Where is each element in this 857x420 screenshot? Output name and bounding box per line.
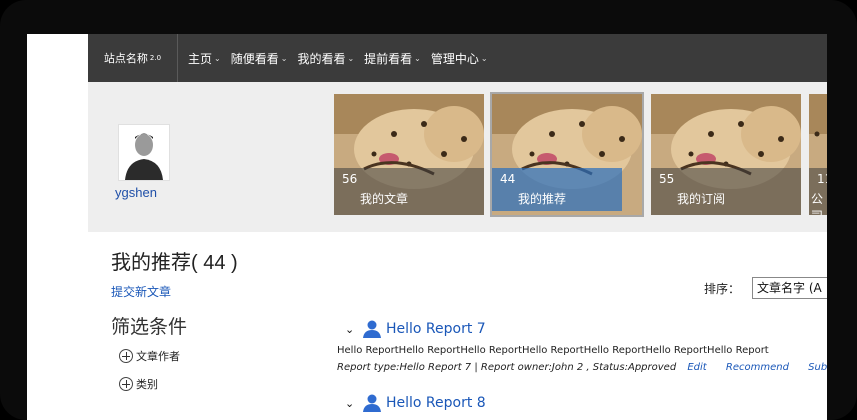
nav-item-label: 提前看看	[364, 51, 413, 66]
sort-dropdown[interactable]: 文章名字 (A	[752, 277, 827, 299]
expand-plus-icon	[119, 349, 133, 363]
tile-count: 55	[659, 172, 675, 186]
filter-category[interactable]: 类别	[119, 376, 158, 392]
submit-article-link[interactable]: 提交新文章	[111, 283, 171, 300]
nav-item-browse[interactable]: 随便看看 ⌄	[231, 50, 288, 67]
filter-label: 类别	[136, 378, 158, 391]
tile-count: 11	[817, 172, 827, 186]
person-icon	[119, 125, 169, 180]
report-title-link[interactable]: Hello Report 7	[386, 321, 486, 337]
tile-count: 56	[342, 172, 358, 186]
chevron-down-icon: ⌄	[414, 53, 421, 63]
edit-link[interactable]: Edit	[687, 362, 706, 373]
browser-viewport: 站点名称 2.0 主页 ⌄ 随便看看 ⌄ 我的看看 ⌄ 提前看看 ⌄ 管理中心 …	[27, 34, 827, 420]
tile-my-articles[interactable]: 56 我的文章	[334, 94, 484, 215]
tile-count: 44	[500, 172, 516, 186]
user-icon	[361, 320, 383, 338]
user-icon	[361, 394, 383, 412]
collapse-chevron-icon[interactable]: ⌄	[345, 397, 361, 410]
page-title: 我的推荐( 44 )	[111, 252, 238, 274]
tile-my-subscriptions[interactable]: 55 我的订阅	[651, 94, 801, 215]
expand-plus-icon	[119, 377, 133, 391]
top-navigation: 站点名称 2.0 主页 ⌄ 随便看看 ⌄ 我的看看 ⌄ 提前看看 ⌄ 管理中心 …	[88, 34, 827, 82]
chevron-down-icon: ⌄	[280, 53, 288, 63]
tile-label: 我的订阅	[677, 192, 726, 206]
username-link[interactable]: ygshen	[115, 185, 157, 200]
avatar[interactable]	[118, 124, 170, 181]
filter-author[interactable]: 文章作者	[119, 348, 180, 364]
sort-label: 排序：	[704, 282, 741, 296]
nav-item-label: 随便看看	[230, 51, 279, 66]
nav-item-label: 我的看看	[297, 51, 346, 66]
report-meta: Report type:Hello Report 7 | Report owne…	[337, 362, 827, 373]
chevron-down-icon: ⌄	[214, 53, 221, 63]
chevron-down-icon: ⌄	[347, 53, 355, 63]
tile-company[interactable]: 11 公司	[809, 94, 827, 215]
device-frame: 站点名称 2.0 主页 ⌄ 随便看看 ⌄ 我的看看 ⌄ 提前看看 ⌄ 管理中心 …	[0, 0, 857, 420]
recommend-link[interactable]: Recommend	[726, 362, 789, 373]
nav-item-mine[interactable]: 我的看看 ⌄	[297, 50, 354, 67]
subscribe-link[interactable]: Subscribe	[808, 362, 827, 373]
nav-item-preview[interactable]: 提前看看 ⌄	[364, 50, 421, 67]
tile-my-recommendations[interactable]: 44 我的推荐	[490, 92, 644, 217]
report-title-link[interactable]: Hello Report 8	[386, 395, 486, 411]
nav-item-label: 主页	[188, 51, 213, 66]
collapse-chevron-icon[interactable]: ⌄	[345, 323, 361, 336]
nav-item-label: 管理中心	[430, 51, 479, 66]
report-summary: Hello ReportHello ReportHello ReportHell…	[337, 345, 769, 356]
report-meta-text: Report type:Hello Report 7 | Report owne…	[337, 362, 677, 373]
site-name-label: 站点名称	[103, 52, 148, 65]
tile-label: 我的文章	[360, 192, 409, 206]
tile-label: 公司	[811, 192, 824, 215]
nav-item-home[interactable]: 主页 ⌄	[188, 50, 221, 67]
filter-heading: 筛选条件	[111, 316, 188, 338]
site-name[interactable]: 站点名称 2.0	[88, 34, 178, 82]
nav-item-admin[interactable]: 管理中心 ⌄	[431, 50, 488, 67]
profile-band: ygshen 56 我的文章 44 我的推荐 55 我的订阅 1 公	[88, 82, 827, 232]
filter-label: 文章作者	[136, 350, 180, 363]
tile-label: 我的推荐	[518, 192, 567, 206]
site-version: 2.0	[149, 54, 162, 62]
chevron-down-icon: ⌄	[480, 53, 488, 63]
